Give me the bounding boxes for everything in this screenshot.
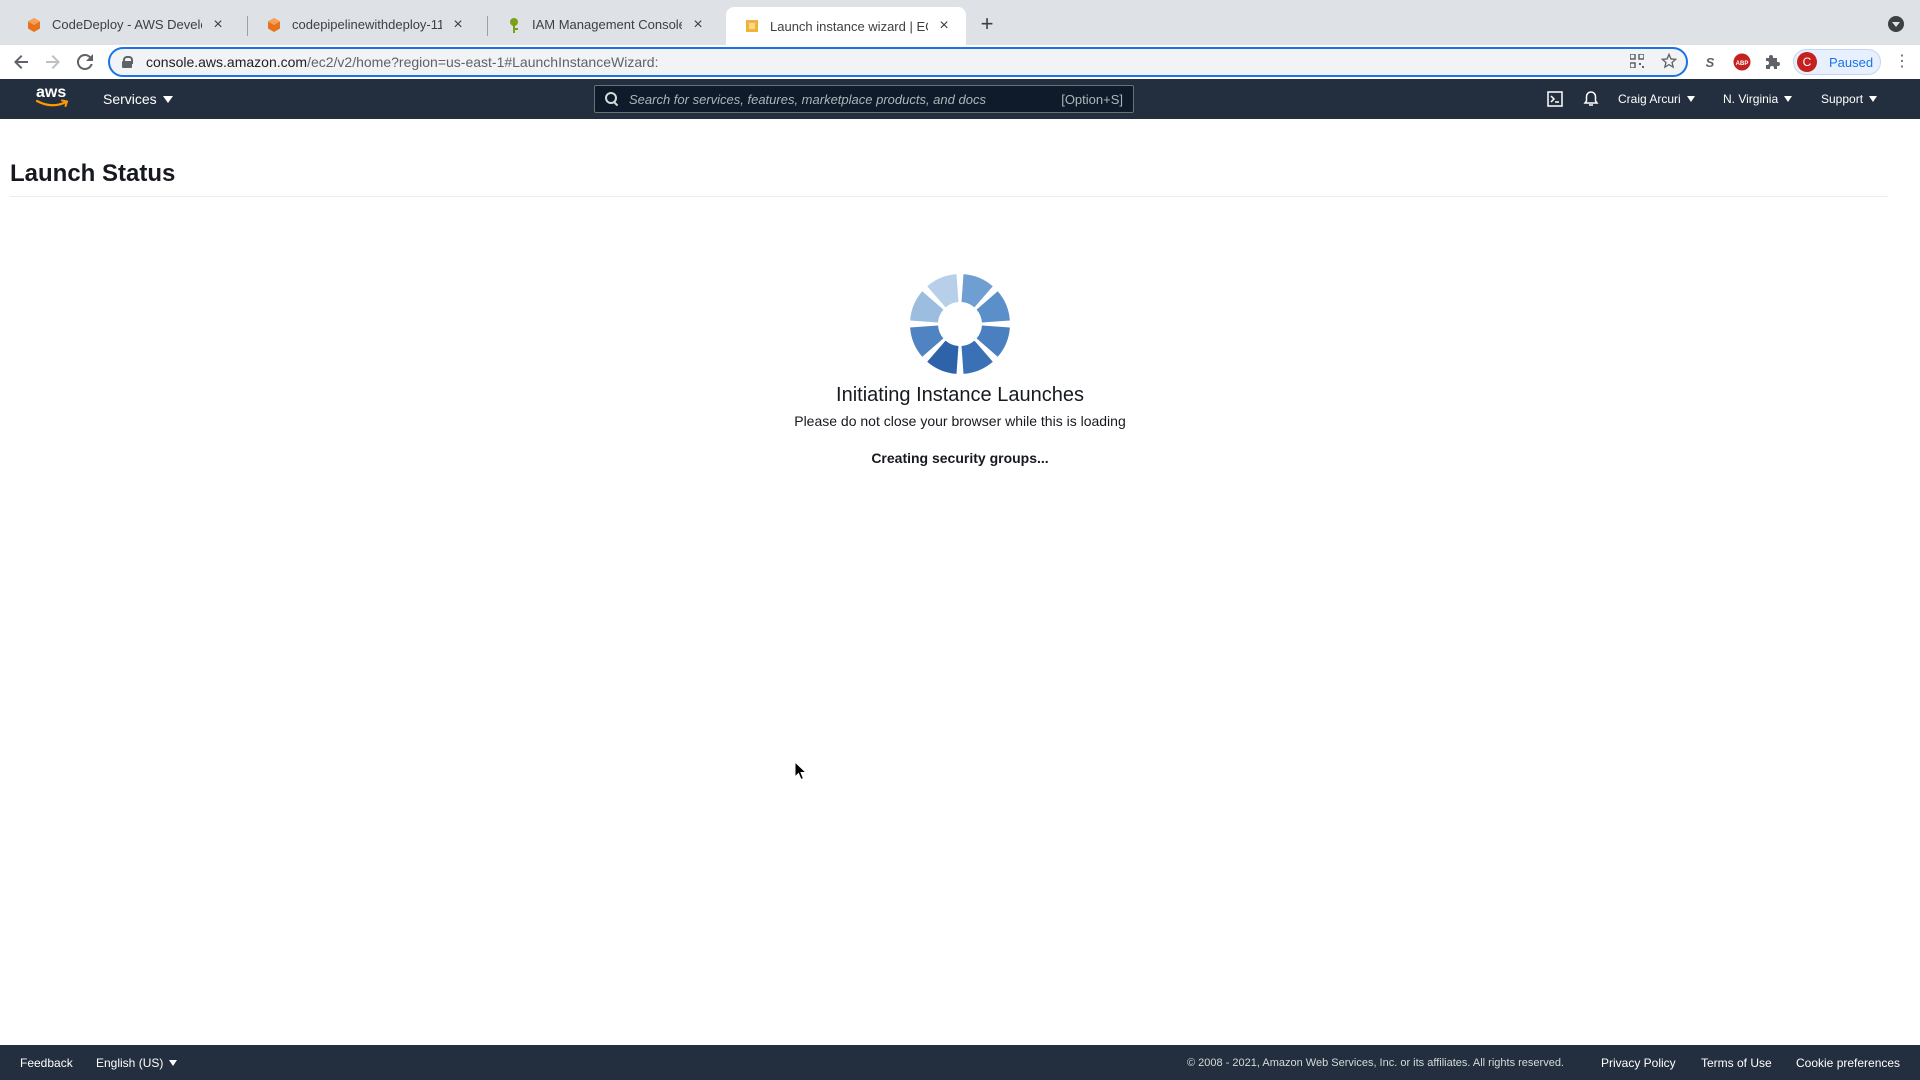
browser-menu-icon[interactable]: ⋮ [1894,53,1910,71]
services-menu-button[interactable]: Services [103,79,173,119]
aws-top-nav: aws Services Search for services, featur… [0,79,1920,119]
region-menu-button[interactable]: N. Virginia [1723,79,1793,119]
reload-icon[interactable] [73,50,97,74]
extension-s-icon[interactable]: S [1701,53,1719,71]
title-divider [10,196,1888,197]
iam-icon [506,17,522,33]
services-label: Services [103,91,157,107]
caret-down-icon [1784,96,1793,102]
address-bar[interactable]: console.aws.amazon.com/ec2/v2/home?regio… [108,47,1688,77]
status-heading: Initiating Instance Launches [836,384,1084,406]
page-title: Launch Status [10,160,176,187]
tab-title: CodeDeploy - AWS Developer [52,17,202,32]
new-tab-button[interactable]: + [976,13,998,35]
url-host: console.aws.amazon.com [146,54,308,70]
region-label: N. Virginia [1723,92,1779,106]
back-arrow-icon[interactable] [9,50,33,74]
svg-text:ABP: ABP [1736,61,1749,67]
console-footer: Feedback English (US) © 2008 - 2021, Ama… [0,1045,1920,1080]
tab-title: codepipelinewithdeploy-11-11 [292,17,442,32]
caret-down-icon [1869,96,1878,102]
mouse-cursor-icon [794,761,808,781]
close-tab-icon[interactable]: × [448,15,468,35]
search-shortcut-hint: [Option+S] [1061,91,1123,107]
search-icon [605,92,619,106]
close-tab-icon[interactable]: × [688,15,708,35]
caret-down-icon [1686,96,1695,102]
feedback-link[interactable]: Feedback [20,1045,73,1080]
browser-tab-strip: CodeDeploy - AWS Developer × codepipelin… [0,0,1920,45]
search-placeholder: Search for services, features, marketpla… [629,91,986,107]
adblock-icon[interactable]: ABP [1733,53,1751,71]
terms-of-use-link[interactable]: Terms of Use [1701,1045,1772,1080]
notifications-bell-icon[interactable] [1582,90,1600,108]
aws-smile-icon [36,99,69,107]
language-label: English (US) [96,1055,164,1070]
support-label: Support [1821,92,1864,106]
support-menu-button[interactable]: Support [1821,79,1878,119]
address-url: console.aws.amazon.com/ec2/v2/home?regio… [146,54,658,70]
account-user-label: Craig Arcuri [1618,92,1681,106]
tab-search-icon[interactable] [1888,16,1904,32]
lock-icon[interactable] [122,56,133,68]
cookie-preferences-link[interactable]: Cookie preferences [1796,1045,1900,1080]
privacy-policy-link[interactable]: Privacy Policy [1601,1045,1676,1080]
tab-title: Launch instance wizard | EC2 M [770,18,928,34]
loading-spinner-icon [910,274,1010,374]
ec2-icon [744,18,760,34]
aws-orange-icon [266,17,282,33]
browser-tab-codedeploy[interactable]: CodeDeploy - AWS Developer × [8,8,240,41]
status-subtext: Please do not close your browser while t… [794,413,1126,429]
account-menu-button[interactable]: Craig Arcuri [1618,79,1695,119]
close-tab-icon[interactable]: × [208,15,228,35]
aws-logo[interactable]: aws [36,85,72,113]
profile-status-label: Paused [1829,54,1874,70]
browser-tab-iam[interactable]: IAM Management Console × [488,8,720,41]
profile-paused-button[interactable]: C Paused [1793,49,1881,75]
tab-title: IAM Management Console [532,17,682,32]
url-path: /ec2/v2/home?region=us-east-1#LaunchInst… [307,54,659,70]
close-tab-icon[interactable]: × [934,16,954,36]
extensions-puzzle-icon[interactable] [1764,53,1782,71]
cloudshell-icon[interactable] [1546,90,1564,108]
caret-down-icon [162,95,173,103]
aws-orange-icon [26,17,42,33]
qr-code-icon[interactable] [1629,53,1645,69]
browser-tab-codepipeline[interactable]: codepipelinewithdeploy-11-11 × [248,8,480,41]
feedback-label: Feedback [20,1055,73,1070]
browser-toolbar: console.aws.amazon.com/ec2/v2/home?regio… [0,45,1920,79]
browser-tab-ec2-active[interactable]: Launch instance wizard | EC2 M × [726,7,966,45]
language-selector[interactable]: English (US) [96,1045,178,1080]
profile-avatar: C [1797,52,1817,72]
aws-search-input[interactable]: Search for services, features, marketpla… [594,85,1134,113]
bookmark-star-icon[interactable] [1661,53,1677,69]
copyright-text: © 2008 - 2021, Amazon Web Services, Inc.… [1187,1056,1564,1069]
status-step: Creating security groups... [871,450,1049,466]
caret-down-icon [169,1059,178,1066]
forward-arrow-icon[interactable] [41,50,65,74]
